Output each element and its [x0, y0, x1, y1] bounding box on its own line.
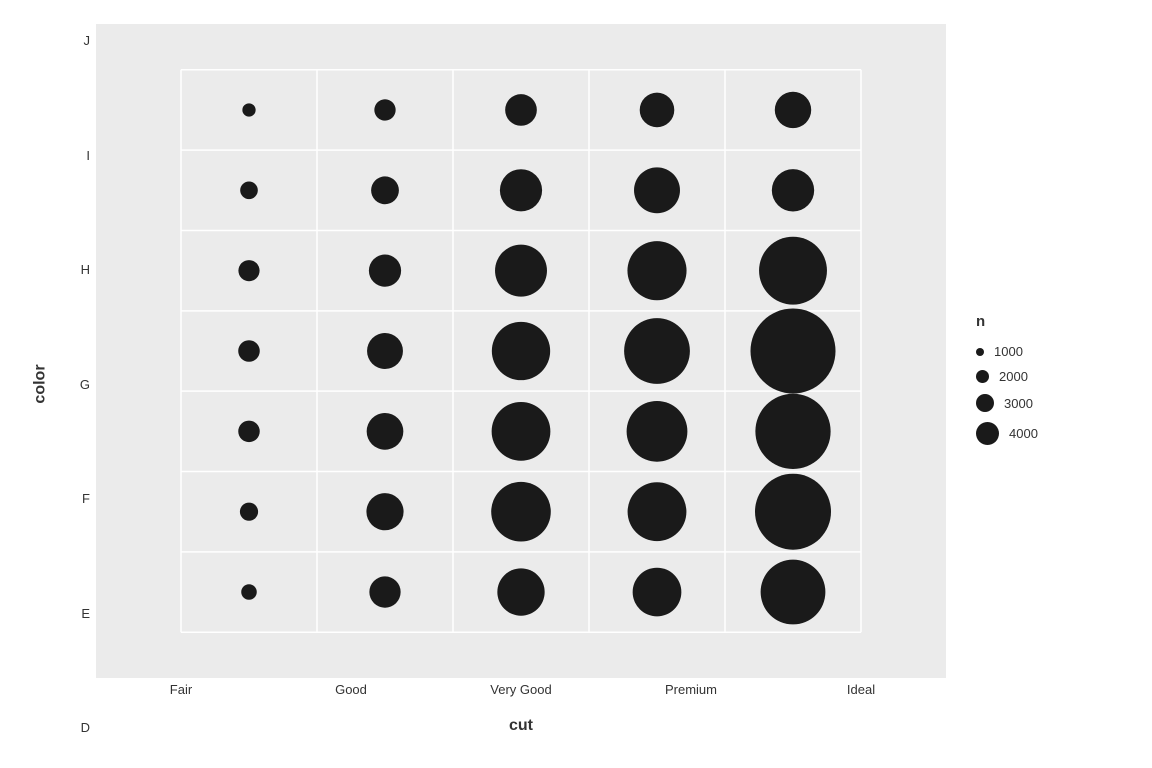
plot-with-axes: color J I H G F E D FairGoodVery GoodPremiumId… — [26, 24, 946, 744]
x-tick-label: Fair — [96, 682, 266, 708]
data-dot — [640, 93, 675, 128]
data-dot — [369, 255, 401, 287]
x-tick-label: Premium — [606, 682, 776, 708]
data-dot — [497, 568, 544, 615]
chart-container: color J I H G F E D FairGoodVery GoodPremiumId… — [26, 24, 1126, 744]
plot-svg — [96, 24, 946, 678]
data-dot — [366, 493, 403, 530]
y-tick-label: F — [56, 492, 96, 505]
data-dot — [505, 94, 537, 126]
data-dot — [367, 413, 404, 450]
legend-circle — [976, 422, 999, 445]
data-dot — [761, 560, 826, 625]
y-tick-label: H — [56, 263, 96, 276]
data-dot — [491, 482, 551, 542]
data-dot — [240, 181, 258, 199]
grid-and-dots — [96, 24, 946, 678]
data-dot — [755, 394, 830, 469]
legend-item: 4000 — [976, 422, 1116, 445]
legend-title: n — [976, 313, 1116, 330]
data-dot — [238, 340, 260, 362]
data-dot — [633, 568, 682, 617]
y-tick-label: I — [56, 149, 96, 162]
data-dot — [634, 167, 680, 213]
data-dot — [772, 169, 814, 211]
data-dot — [369, 576, 400, 607]
data-dot — [759, 237, 827, 305]
y-axis-label: color — [32, 364, 50, 403]
data-dot — [492, 322, 550, 380]
y-tick-label: J — [56, 34, 96, 47]
data-dot — [371, 176, 399, 204]
data-dot — [367, 333, 403, 369]
legend-label: 3000 — [1004, 396, 1033, 411]
legend-label: 1000 — [994, 344, 1023, 359]
legend-item: 1000 — [976, 344, 1116, 359]
data-dot — [755, 474, 831, 550]
legend-circle — [976, 394, 994, 412]
data-dot — [238, 260, 259, 281]
data-dot — [240, 503, 258, 521]
data-dot — [492, 402, 551, 461]
y-tick-label: D — [56, 721, 96, 734]
legend-items: 1000 2000 3000 4000 — [976, 344, 1116, 455]
x-tick-label: Very Good — [436, 682, 606, 708]
data-dot — [238, 421, 259, 442]
y-tick-label: E — [56, 607, 96, 620]
legend-circle — [976, 348, 984, 356]
data-dot — [500, 169, 542, 211]
data-dot — [374, 99, 395, 120]
data-dot — [627, 241, 686, 300]
legend-label: 4000 — [1009, 426, 1038, 441]
legend-label: 2000 — [999, 369, 1028, 384]
data-dot — [242, 103, 255, 116]
x-tick-label: Ideal — [776, 682, 946, 708]
data-dot — [624, 318, 690, 384]
data-dot — [241, 584, 257, 600]
data-dot — [627, 401, 688, 462]
x-tick-labels: FairGoodVery GoodPremiumIdeal — [96, 678, 946, 708]
data-dot — [750, 308, 835, 393]
y-axis-label-container: color — [26, 24, 56, 744]
x-axis-label-container: cut — [96, 708, 946, 744]
plot-area-wrapper: color J I H G F E D FairGoodVery GoodPremiumId… — [26, 24, 946, 744]
legend-circle — [976, 370, 989, 383]
x-axis-label: cut — [509, 717, 533, 735]
legend-item: 3000 — [976, 394, 1116, 412]
legend: n 1000 2000 3000 4000 — [966, 293, 1126, 475]
x-tick-label: Good — [266, 682, 436, 708]
y-tick-label: G — [56, 378, 96, 391]
y-tick-labels: J I H G F E D — [56, 24, 96, 744]
legend-item: 2000 — [976, 369, 1116, 384]
plot-inner: FairGoodVery GoodPremiumIdeal cut — [96, 24, 946, 744]
data-dot — [628, 482, 687, 541]
data-dot — [495, 245, 547, 297]
data-dot — [775, 92, 811, 128]
